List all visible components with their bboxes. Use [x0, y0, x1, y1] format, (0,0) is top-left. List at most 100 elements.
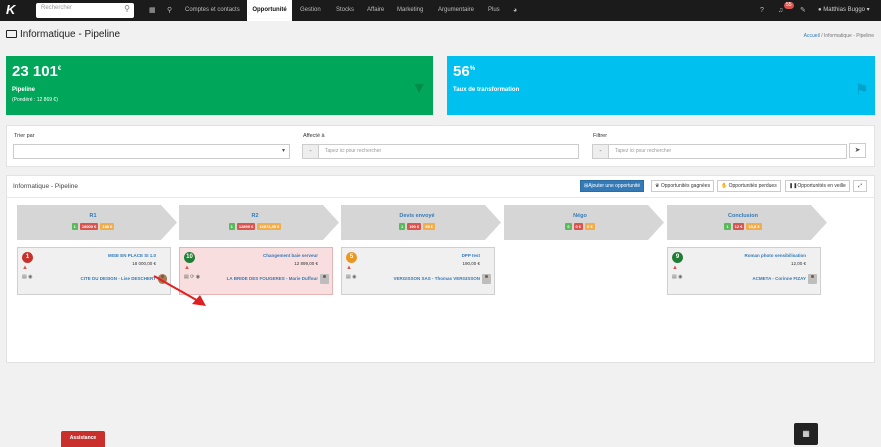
stage-name[interactable]: Conclusion	[667, 213, 819, 219]
stage-weighted-badge: 10,8 €	[746, 223, 762, 230]
kpi-pipeline-weighted: (Pondéré : 12 869 €)	[12, 97, 58, 103]
stage-total-badge: 12899 €	[236, 223, 256, 230]
calendar-icon: ▦	[802, 429, 810, 438]
stage-total-badge: 18000 €	[79, 223, 99, 230]
assistance-button[interactable]: Assistance	[61, 431, 105, 447]
standby-opportunities-button[interactable]: ❚❚Opportunités en veille	[785, 180, 850, 192]
won-opportunities-label: Opportunités gagnées	[660, 183, 711, 189]
assigned-label: Affecté à	[303, 133, 325, 139]
sort-select[interactable]: ▾	[13, 144, 290, 159]
breadcrumb: Accueil / Informatique - Pipeline	[804, 33, 874, 39]
opportunity-card[interactable]: 5 ▲ DPP test 190,00 € ▤ ◉ VERGISSON SAS …	[341, 247, 495, 295]
assigned-placeholder: Tapez ici pour rechercher	[325, 148, 382, 154]
opportunity-company[interactable]: LA BRIDE DES FOUGERES - Marie Duffour	[227, 276, 318, 281]
minus-icon: -	[593, 145, 609, 158]
days-count-badge: 10	[184, 252, 195, 263]
nav-opportunite[interactable]: Opportunité	[247, 0, 292, 21]
card-tools-icons[interactable]: ▤ ◉	[22, 274, 32, 280]
calendar-icon[interactable]: ▦	[149, 0, 156, 21]
caret-down-icon: ▾	[281, 148, 285, 154]
opportunity-card[interactable]: 9 ▲ Roman photo sensibilisation 12,00 € …	[667, 247, 821, 295]
kpi-pipeline-label: Pipeline	[12, 87, 36, 93]
bell-icon[interactable]: ♫	[778, 0, 783, 21]
card-tools-icons[interactable]: ▤ ◉	[672, 274, 682, 280]
stage-weighted-badge: 12674,35 €	[257, 223, 282, 230]
opportunity-company[interactable]: CITE DU DESIGN - Lise DESCHERT	[80, 276, 156, 281]
days-count-badge: 1	[22, 252, 33, 263]
minus-icon: -	[303, 145, 319, 158]
money-icon	[6, 30, 17, 38]
stage-name[interactable]: Négo	[504, 213, 656, 219]
stage-weighted-badge: 180 €	[100, 223, 115, 230]
stage-weighted-badge: 95 €	[423, 223, 436, 230]
kpi-conversion-unit: %	[469, 66, 476, 72]
lost-opportunities-button[interactable]: ✋ Opportunités perdues	[717, 180, 781, 192]
days-count-badge: 9	[672, 252, 683, 263]
map-pin-icon[interactable]: ⚲	[167, 0, 172, 21]
won-opportunities-button[interactable]: ♛ Opportunités gagnées	[651, 180, 715, 192]
nav-gestion[interactable]: Gestion	[296, 0, 325, 21]
kpi-conversion-value: 56	[453, 63, 470, 80]
wrench-icon[interactable]: ✎	[800, 0, 806, 21]
board-divider	[6, 197, 875, 198]
filter-label: Filtrer	[593, 133, 608, 139]
paper-plane-icon: ➤	[854, 147, 861, 154]
expand-button[interactable]: ⤢	[853, 180, 867, 192]
add-opportunity-button[interactable]: ⊞Ajouter une opportunité	[580, 180, 645, 192]
lost-opportunities-label: Opportunités perdues	[728, 183, 777, 189]
nav-plus[interactable]: Plus	[484, 0, 504, 21]
opportunity-title[interactable]: MISE EN PLACE SI 1.0	[108, 253, 156, 258]
stage-header-r2: R2 1 12899 €12674,35 €	[179, 205, 339, 240]
filter-placeholder: Tapez ici pour rechercher	[615, 148, 672, 154]
kpi-pipeline: 23 101€ Pipeline (Pondéré : 12 869 €) ▼	[6, 56, 433, 115]
nav-comptes-contacts[interactable]: Comptes et contacts	[181, 0, 244, 21]
warning-icon: ▲	[346, 265, 352, 271]
thumbs-down-icon: ✋	[721, 183, 729, 189]
help-icon[interactable]: ?	[760, 0, 764, 21]
stage-count-badge: 1	[228, 223, 235, 230]
stage-total-badge: 0 €	[573, 223, 584, 230]
nav-affaire[interactable]: Affaire	[363, 0, 388, 21]
stage-count-badge: 1	[398, 223, 406, 230]
days-count-badge: 5	[346, 252, 357, 263]
user-menu[interactable]: ● Matthias Buggo ▾	[818, 0, 870, 21]
opportunity-title[interactable]: Changement baie serveur	[263, 253, 318, 258]
stage-count-badge: 1	[724, 223, 731, 230]
search-icon[interactable]: ⚲	[124, 4, 130, 13]
opportunity-title[interactable]: DPP test	[462, 253, 480, 258]
opportunity-company[interactable]: ACMETA - Corinne FIZAY	[752, 276, 806, 281]
search-input[interactable]: Rechercher ⚲	[36, 3, 134, 18]
calendar-widget-button[interactable]: ▦	[794, 423, 818, 445]
notification-badge: 55	[784, 2, 794, 9]
stage-name[interactable]: R1	[17, 213, 169, 219]
app-logo[interactable]: K	[6, 3, 22, 17]
standby-opportunities-label: Opportunités en veille	[797, 183, 846, 189]
nav-stocks[interactable]: Stocks	[332, 0, 358, 21]
assigned-input[interactable]: - Tapez ici pour rechercher	[302, 144, 579, 159]
expand-icon: ⤢	[857, 183, 862, 189]
nav-marketing[interactable]: Marketing	[393, 0, 427, 21]
dashboard-icon[interactable]: ◕	[513, 0, 517, 21]
stage-total-badge: 12 €	[732, 223, 745, 230]
stage-header-nego: Négo 00 €0 €	[504, 205, 664, 240]
breadcrumb-home[interactable]: Accueil	[804, 33, 820, 39]
nav-argumentaire[interactable]: Argumentaire	[434, 0, 478, 21]
stage-name[interactable]: R2	[179, 213, 331, 219]
owner-avatar	[320, 274, 329, 284]
opportunity-card[interactable]: 1 ▲ MISE EN PLACE SI 1.0 18 000,00 € ▤ ◉…	[17, 247, 171, 295]
stage-total-badge: 190 €	[407, 223, 422, 230]
kpi-conversion: 56% Taux de transformation ⚑	[447, 56, 875, 115]
card-tools-icons[interactable]: ▤ ◉	[346, 274, 356, 280]
stage-name[interactable]: Devis envoyé	[341, 213, 493, 219]
opportunity-company[interactable]: VERGISSON SAS - Thomas VERGISSON	[393, 276, 480, 281]
filter-input[interactable]: - Tapez ici pour rechercher	[592, 144, 847, 159]
page-title-text: Informatique - Pipeline	[20, 29, 121, 40]
sort-label: Trier par	[14, 133, 35, 139]
warning-icon: ▲	[672, 265, 678, 271]
opportunity-title[interactable]: Roman photo sensibilisation	[744, 253, 806, 258]
kpi-pipeline-value: 23 101	[12, 63, 58, 80]
stage-count-badge: 0	[565, 223, 572, 230]
stage-count-badge: 1	[71, 223, 78, 230]
opportunity-amount: 12,00 €	[790, 261, 806, 266]
send-filter-button[interactable]: ➤	[849, 143, 866, 158]
